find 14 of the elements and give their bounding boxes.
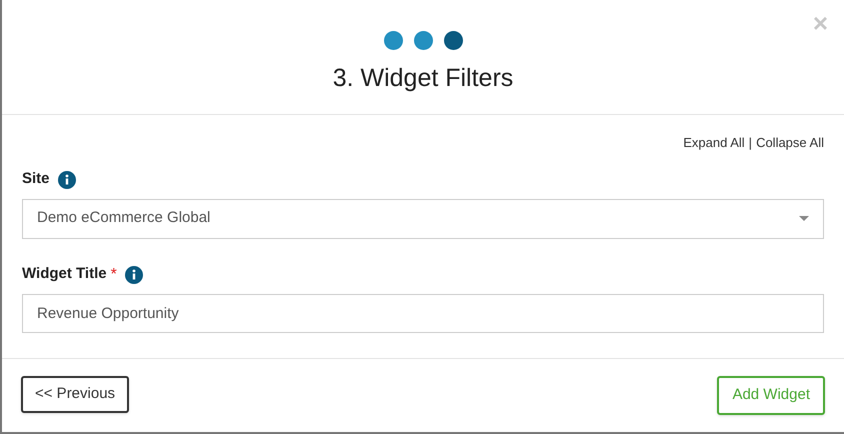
title-input[interactable]: Revenue Opportunity [22, 294, 824, 332]
collapse-all-link[interactable]: Collapse All [756, 133, 824, 152]
info-icon[interactable] [58, 170, 76, 188]
previous-button[interactable]: << Previous [21, 376, 130, 413]
info-icon[interactable] [124, 266, 143, 284]
select-value: Demo eCommerce Global [37, 208, 210, 228]
expand-all-link[interactable]: Expand All [683, 133, 745, 152]
field-label: Widget Title [22, 264, 107, 284]
dialog-title: 3. Widget Filters [332, 63, 514, 94]
field-label: Site [22, 169, 50, 190]
required-mark: * [110, 264, 117, 284]
link-separator: | [748, 134, 752, 152]
caret-icon [799, 216, 809, 221]
site-select[interactable]: Demo eCommerce Global [22, 198, 824, 238]
